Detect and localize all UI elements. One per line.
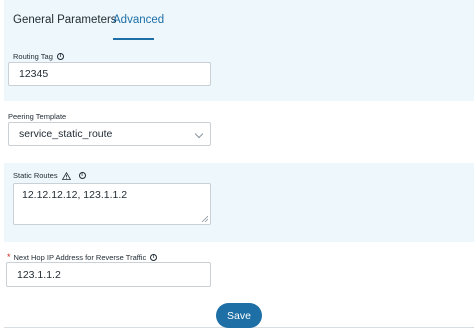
peering-template-select[interactable]: service_static_route [8,122,211,146]
next-hop-label: * Next Hop IP Address for Reverse Traffi… [7,252,158,262]
info-icon[interactable]: i [150,253,158,261]
save-button[interactable]: Save [216,303,262,328]
warning-icon[interactable] [61,171,71,180]
chevron-down-icon [194,129,204,139]
tab-general-parameters[interactable]: General Parameters [13,14,117,26]
info-icon[interactable]: i [56,53,64,60]
peering-template-label: Peering Template [8,112,66,121]
static-routes-textarea[interactable]: 12.12.12.12, 123.1.1.2 [13,183,211,225]
static-routes-value: 12.12.12.12, 123.1.1.2 [22,189,128,201]
static-routes-label: Static Routes i [13,171,86,180]
next-hop-label-text: Next Hop IP Address for Reverse Traffic [13,252,147,262]
tab-advanced[interactable]: Advanced [113,14,164,26]
info-icon[interactable]: i [78,172,86,179]
peering-template-selected-value: service_static_route [19,128,113,140]
resize-handle-icon[interactable] [201,215,208,222]
routing-tag-label-text: Routing Tag [13,52,53,61]
routing-tag-label: Routing Tag i [13,52,64,61]
next-hop-value: 123.1.1.2 [17,268,61,281]
static-routes-label-text: Static Routes [13,171,58,180]
routing-tag-value: 12345 [19,68,49,80]
routing-tag-input[interactable]: 12345 [8,62,211,86]
peering-template-label-text: Peering Template [8,112,67,121]
active-tab-indicator [113,38,154,40]
next-hop-input[interactable]: 123.1.1.2 [6,262,211,287]
required-marker: * [7,252,11,262]
